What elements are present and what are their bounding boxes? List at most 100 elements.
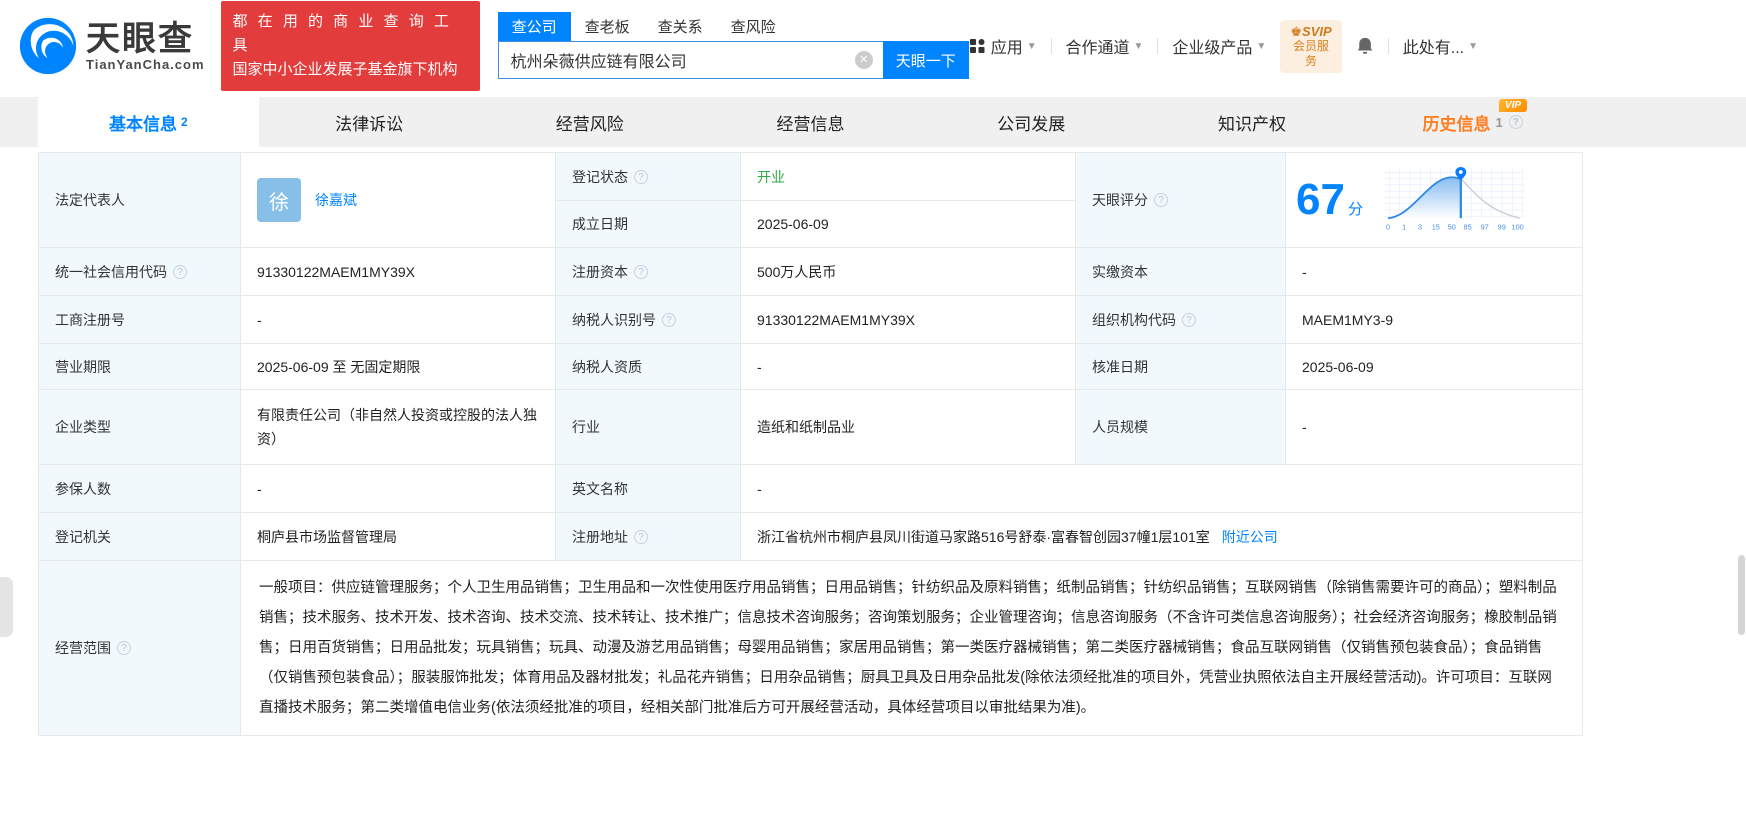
field-label-est-date: 成立日期 bbox=[556, 201, 741, 248]
field-label-approval-date: 核准日期 bbox=[1076, 344, 1286, 390]
chevron-down-icon: ▼ bbox=[1256, 40, 1267, 52]
field-value-taxpayer-id: 91330122MAEM1MY39X bbox=[741, 296, 1076, 344]
section-tabbar: 基本信息 2 法律诉讼 经营风险 经营信息 公司发展 知识产权 VIP 历史信息… bbox=[0, 97, 1746, 147]
nav-cooperation-label: 合作通道 bbox=[1065, 40, 1130, 57]
search-tab-boss[interactable]: 查老板 bbox=[571, 12, 644, 41]
score-axis-labels: 0 1 3 15 50 85 97 99 100 bbox=[1386, 223, 1524, 232]
chevron-down-icon: ▼ bbox=[1133, 40, 1144, 52]
help-icon[interactable] bbox=[117, 641, 131, 655]
search-block: 查公司 查老板 查关系 查风险 ✕ 天眼一下 bbox=[497, 12, 969, 79]
field-label-legal-rep: 法定代表人 bbox=[39, 153, 241, 248]
svip-label: SVIP bbox=[1302, 23, 1332, 39]
svg-text:100: 100 bbox=[1511, 223, 1523, 232]
nav-more[interactable]: 此处有... ▼ bbox=[1403, 34, 1478, 58]
field-label-reg-authority: 登记机关 bbox=[39, 513, 241, 561]
search-input[interactable] bbox=[497, 41, 883, 79]
svg-text:1: 1 bbox=[1402, 223, 1406, 232]
search-tabs: 查公司 查老板 查关系 查风险 bbox=[497, 12, 969, 41]
avatar[interactable]: 徐 bbox=[257, 178, 301, 222]
field-value-reg-number: - bbox=[241, 296, 556, 344]
divider bbox=[1157, 38, 1159, 54]
legal-rep-link[interactable]: 徐嘉斌 bbox=[315, 190, 357, 210]
basic-info-table: 法定代表人 徐 徐嘉斌 登记状态 开业 天眼评分 67分 bbox=[38, 152, 1583, 736]
field-label-paid-capital: 实缴资本 bbox=[1076, 248, 1286, 296]
divider bbox=[1050, 38, 1052, 54]
help-icon[interactable] bbox=[662, 312, 676, 327]
help-icon[interactable] bbox=[634, 264, 648, 279]
field-label-taxpayer-quals: 纳税人资质 bbox=[556, 344, 741, 390]
field-value-business-scope: 一般项目：供应链管理服务；个人卫生用品销售；卫生用品和一次性使用医疗用品销售；日… bbox=[241, 561, 1583, 736]
help-icon[interactable] bbox=[634, 169, 648, 184]
svg-text:85: 85 bbox=[1463, 223, 1471, 232]
score-unit: 分 bbox=[1347, 201, 1363, 218]
tab-company-development[interactable]: 公司发展 bbox=[921, 97, 1142, 147]
field-label-business-term: 营业期限 bbox=[39, 344, 241, 390]
field-value-approval-date: 2025-06-09 bbox=[1286, 344, 1583, 390]
svg-text:99: 99 bbox=[1498, 223, 1506, 232]
field-value-staff-size: - bbox=[1286, 390, 1583, 465]
site-header: 天眼查 TianYanCha.com 都 在 用 的 商 业 查 询 工 具 国… bbox=[0, 0, 1746, 92]
svg-text:3: 3 bbox=[1418, 223, 1422, 232]
divider bbox=[1387, 38, 1389, 54]
scrollbar[interactable] bbox=[1738, 555, 1745, 635]
field-label-staff-size: 人员规模 bbox=[1076, 390, 1286, 465]
tab-operating-info[interactable]: 经营信息 bbox=[700, 97, 921, 147]
tianyancha-logo[interactable]: 天眼查 TianYanCha.com bbox=[18, 16, 205, 76]
field-value-reg-status: 开业 bbox=[741, 153, 1076, 201]
field-label-insured-count: 参保人数 bbox=[39, 465, 241, 513]
tab-operating-risk[interactable]: 经营风险 bbox=[479, 97, 700, 147]
search-tab-company[interactable]: 查公司 bbox=[497, 12, 571, 41]
tab-history-info[interactable]: VIP 历史信息 1 bbox=[1362, 97, 1583, 147]
field-label-org-code: 组织机构代码 bbox=[1076, 296, 1286, 344]
field-label-reg-address: 注册地址 bbox=[556, 513, 741, 561]
nav-enterprise[interactable]: 企业级产品 ▼ bbox=[1172, 34, 1266, 58]
help-icon[interactable] bbox=[1154, 193, 1168, 207]
field-value-taxpayer-quals: - bbox=[741, 344, 1076, 390]
field-value-english-name: - bbox=[741, 465, 1583, 513]
field-label-business-scope: 经营范围 bbox=[39, 561, 241, 736]
field-value-reg-capital: 500万人民币 bbox=[741, 248, 1076, 296]
help-icon[interactable] bbox=[634, 529, 648, 544]
help-icon[interactable] bbox=[1508, 115, 1523, 129]
help-icon[interactable] bbox=[173, 264, 187, 279]
field-value-est-date: 2025-06-09 bbox=[741, 201, 1076, 248]
search-tab-risk[interactable]: 查风险 bbox=[717, 12, 790, 41]
nav-cooperation[interactable]: 合作通道 ▼ bbox=[1066, 34, 1144, 58]
field-value-industry: 造纸和纸制品业 bbox=[741, 390, 1076, 465]
tab-intellectual-property[interactable]: 知识产权 bbox=[1142, 97, 1363, 147]
svg-text:15: 15 bbox=[1432, 223, 1440, 232]
score-distribution-chart: 0 1 3 15 50 85 97 99 100 bbox=[1383, 167, 1525, 232]
logo-title: 天眼查 bbox=[86, 19, 194, 58]
svg-text:50: 50 bbox=[1448, 223, 1456, 232]
field-label-credit-code: 统一社会信用代码 bbox=[39, 248, 241, 296]
search-button[interactable]: 天眼一下 bbox=[882, 41, 969, 79]
nearby-companies-link[interactable]: 附近公司 bbox=[1222, 527, 1278, 547]
field-label-reg-number: 工商注册号 bbox=[39, 296, 241, 344]
field-label-reg-status: 登记状态 bbox=[556, 153, 741, 201]
field-label-taxpayer-id: 纳税人识别号 bbox=[556, 296, 741, 344]
side-panel-handle[interactable] bbox=[0, 577, 13, 637]
svip-membership-button[interactable]: ♚SVIP 会员服务 bbox=[1280, 19, 1342, 73]
tab-history-count: 1 bbox=[1495, 114, 1503, 130]
field-value-company-type: 有限责任公司（非自然人投资或控股的法人独资） bbox=[241, 390, 556, 465]
score-number: 67 bbox=[1296, 175, 1345, 224]
nav-apps[interactable]: 应用 ▼ bbox=[969, 34, 1037, 58]
help-icon[interactable] bbox=[1182, 312, 1196, 327]
grid-apps-icon bbox=[969, 39, 985, 53]
tab-lawsuit[interactable]: 法律诉讼 bbox=[259, 97, 480, 147]
field-value-reg-address: 浙江省杭州市桐庐县凤川街道马家路516号舒泰·富春智创园37幢1层101室 附近… bbox=[741, 513, 1583, 561]
field-value-business-term: 2025-06-09 至 无固定期限 bbox=[241, 344, 556, 390]
field-label-english-name: 英文名称 bbox=[556, 465, 741, 513]
search-tab-relation[interactable]: 查关系 bbox=[644, 12, 717, 41]
field-label-company-type: 企业类型 bbox=[39, 390, 241, 465]
field-value-org-code: MAEM1MY3-9 bbox=[1286, 296, 1583, 344]
tab-basic-info[interactable]: 基本信息 2 bbox=[38, 97, 259, 147]
chevron-down-icon: ▼ bbox=[1468, 40, 1479, 52]
field-value-paid-capital: - bbox=[1286, 248, 1583, 296]
chevron-down-icon: ▼ bbox=[1026, 40, 1037, 52]
bell-icon[interactable] bbox=[1356, 35, 1374, 57]
tianyancha-logo-icon bbox=[19, 17, 77, 75]
promo-line1: 都 在 用 的 商 业 查 询 工 具 bbox=[232, 13, 452, 54]
clear-icon[interactable]: ✕ bbox=[854, 51, 873, 69]
field-label-reg-capital: 注册资本 bbox=[556, 248, 741, 296]
